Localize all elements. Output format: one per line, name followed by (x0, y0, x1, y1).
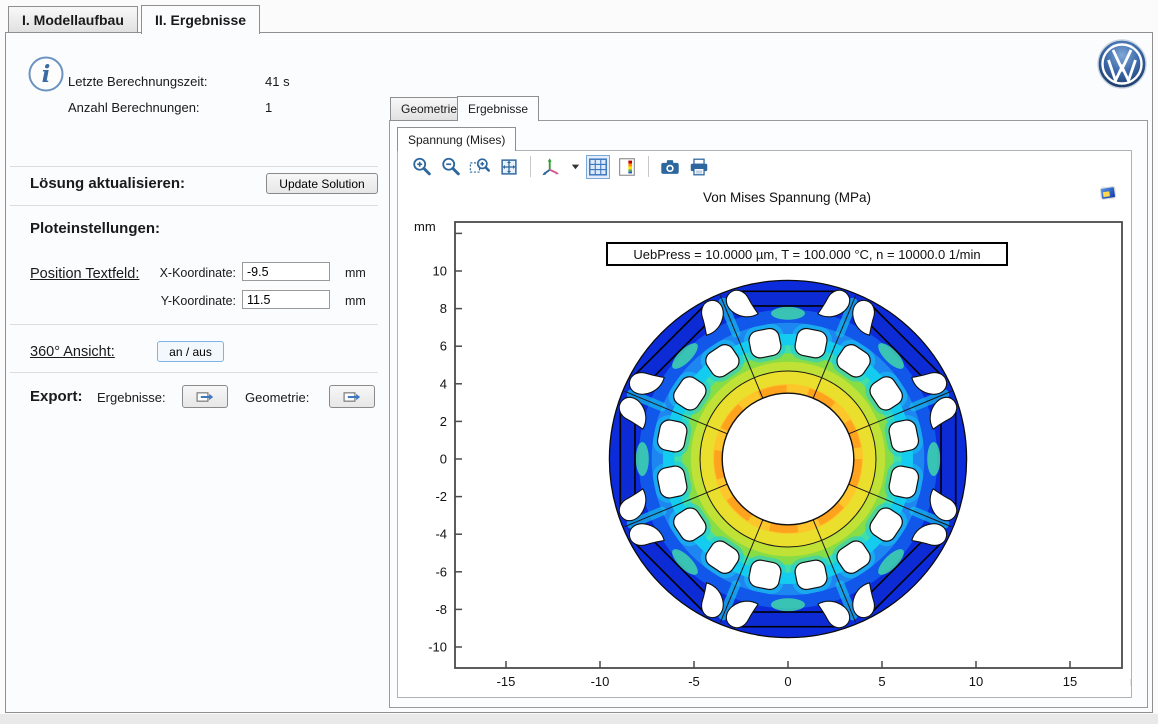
plot-toolbar (410, 153, 711, 180)
svg-text:-6: -6 (435, 564, 447, 579)
svg-text:4: 4 (440, 376, 447, 391)
svg-text:-5: -5 (688, 674, 700, 689)
svg-text:-4: -4 (435, 527, 447, 542)
info-icon: i (27, 55, 65, 93)
vw-logo (1096, 38, 1148, 90)
svg-text:-15: -15 (497, 674, 516, 689)
dropdown-caret-icon[interactable] (569, 155, 581, 179)
export-geometry-button[interactable] (329, 385, 375, 408)
export-results-label: Ergebnisse: (97, 390, 166, 405)
tab-spannung-mises[interactable]: Spannung (Mises) (397, 127, 516, 151)
export-geometry-label: Geometrie: (245, 390, 309, 405)
toolbar-separator (530, 156, 531, 177)
grid-toggle-icon[interactable] (586, 155, 610, 179)
tab-spannung-mises-label: Spannung (Mises) (408, 133, 505, 147)
zoom-in-icon[interactable] (410, 155, 434, 179)
x-axis-unit: mm (1130, 674, 1131, 689)
snapshot-icon[interactable] (658, 155, 682, 179)
y-coordinate-input[interactable] (242, 290, 330, 309)
y-coordinate-unit: mm (345, 294, 366, 308)
tab-modellaufbau-label: I. Modellaufbau (22, 12, 124, 28)
plot-settings-heading: Ploteinstellungen: (30, 220, 160, 237)
x-coordinate-input[interactable] (242, 262, 330, 281)
svg-text:i: i (42, 61, 51, 88)
tab-right-ergebnisse-label: Ergebnisse (468, 102, 528, 116)
rotor-cross-section (609, 280, 966, 637)
calc-count-label: Anzahl Berechnungen: (68, 100, 200, 115)
svg-text:-2: -2 (435, 489, 447, 504)
view-360-toggle-button[interactable]: an / aus (157, 341, 224, 362)
zoom-out-icon[interactable] (439, 155, 463, 179)
divider (10, 372, 378, 373)
divider (10, 205, 378, 206)
plot-canvas[interactable]: Von Mises Spannung (MPa) -15 -10 -5 0 5 10 15 10… (398, 178, 1131, 696)
window-bottom-edge (0, 714, 1158, 724)
tab-ergebnisse[interactable]: II. Ergebnisse (141, 5, 260, 34)
plot-window-icon[interactable] (1097, 182, 1119, 204)
x-coordinate-label: X-Koordinate: (152, 266, 236, 280)
x-coordinate-unit: mm (345, 266, 366, 280)
svg-text:-10: -10 (428, 640, 447, 655)
svg-text:2: 2 (440, 414, 447, 429)
tab-right-ergebnisse[interactable]: Ergebnisse (457, 96, 539, 121)
update-solution-heading: Lösung aktualisieren: (30, 175, 185, 192)
zoom-box-icon[interactable] (468, 155, 492, 179)
y-coordinate-label: Y-Koordinate: (152, 294, 236, 308)
svg-text:15: 15 (1063, 674, 1077, 689)
annotation-text: UebPress = 10.0000 µm, T = 100.000 °C, n… (633, 247, 980, 262)
print-icon[interactable] (687, 155, 711, 179)
export-icon (342, 387, 362, 407)
tab-ergebnisse-label: II. Ergebnisse (155, 12, 246, 28)
view-orientation-icon[interactable] (540, 155, 564, 179)
last-calc-time-value: 41 s (265, 74, 290, 89)
view-360-label: 360° Ansicht: (30, 344, 115, 360)
svg-text:-8: -8 (435, 602, 447, 617)
rotor-bore (722, 393, 854, 525)
zoom-extents-icon[interactable] (497, 155, 521, 179)
toolbar-separator (648, 156, 649, 177)
svg-text:0: 0 (784, 674, 791, 689)
last-calc-time-label: Letzte Berechnungszeit: (68, 74, 207, 89)
export-heading: Export: (30, 388, 83, 405)
export-icon (195, 387, 215, 407)
svg-text:0: 0 (440, 452, 447, 467)
svg-text:-10: -10 (591, 674, 610, 689)
svg-text:10: 10 (969, 674, 983, 689)
divider (10, 166, 378, 167)
export-results-button[interactable] (182, 385, 228, 408)
plot-title: Von Mises Spannung (MPa) (703, 190, 871, 205)
svg-text:8: 8 (440, 301, 447, 316)
position-textfield-label: Position Textfeld: (30, 266, 139, 282)
svg-text:5: 5 (878, 674, 885, 689)
calc-count-value: 1 (265, 100, 272, 115)
tab-modellaufbau[interactable]: I. Modellaufbau (8, 6, 138, 33)
svg-text:10: 10 (433, 264, 447, 279)
update-solution-button[interactable]: Update Solution (266, 173, 378, 194)
svg-text:6: 6 (440, 339, 447, 354)
color-legend-icon[interactable] (615, 155, 639, 179)
divider (10, 324, 378, 325)
tab-geometrie-label: Geometrie (401, 102, 457, 116)
y-axis-unit: mm (414, 219, 436, 234)
